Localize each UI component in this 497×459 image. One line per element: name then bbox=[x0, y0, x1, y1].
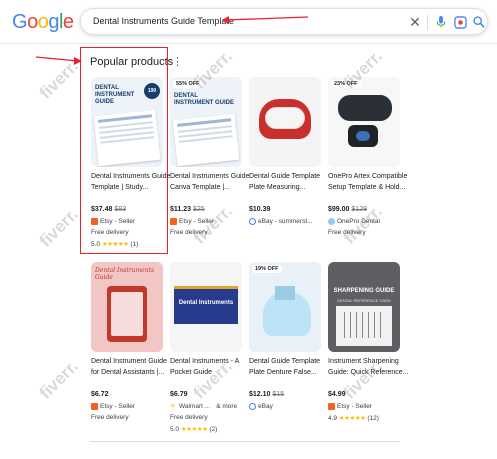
google-logo[interactable]: Google bbox=[12, 11, 74, 34]
product-price: $4.99 bbox=[328, 391, 346, 398]
thumb-subtitle: DENTAL REFERENCE CARD bbox=[337, 298, 391, 303]
thumb-title: Dental Instruments bbox=[178, 300, 234, 306]
watermark-text: fiverr. bbox=[35, 204, 82, 251]
product-image[interactable]: Dental Instruments bbox=[170, 262, 242, 352]
device-detail-illustration bbox=[356, 131, 370, 141]
reference-card-illustration bbox=[336, 306, 392, 346]
product-rating: 5.0 ★★★★★ (1) bbox=[91, 241, 139, 248]
product-seller: Etsy - Seller bbox=[170, 218, 214, 225]
book-cover-illustration bbox=[174, 288, 238, 324]
star-rating-icon: ★★★★★ bbox=[101, 241, 129, 248]
product-seller: Etsy - Seller bbox=[328, 403, 372, 410]
etsy-icon bbox=[328, 403, 335, 410]
product-price: $12.10 $15 bbox=[249, 391, 285, 398]
product-image[interactable]: Dental Instruments Guide bbox=[91, 262, 163, 352]
watermark-text: fiverr. bbox=[35, 356, 82, 403]
product-rating: 5.0 ★★★★★ (2) bbox=[170, 426, 218, 433]
annotation-arrow-search bbox=[222, 16, 309, 24]
discount-badge: 23% OFF bbox=[331, 80, 361, 88]
thumb-count-badge: 190 bbox=[144, 83, 160, 99]
teeth-illustration bbox=[265, 107, 305, 129]
google-lens-icon[interactable] bbox=[452, 14, 468, 30]
product-image[interactable]: SHARPENING GUIDE DENTAL REFERENCE CARD bbox=[328, 262, 400, 352]
thumb-page-illustration bbox=[172, 113, 240, 167]
star-rating-icon: ★★★★★ bbox=[180, 426, 208, 433]
etsy-icon bbox=[91, 403, 98, 410]
product-price: $6.79 bbox=[170, 391, 188, 398]
product-seller: eBay bbox=[249, 403, 273, 410]
product-delivery: Free delivery bbox=[91, 229, 129, 236]
header-divider bbox=[0, 43, 497, 44]
star-rating-icon: ★★★★★ bbox=[338, 415, 366, 422]
search-icon[interactable] bbox=[471, 14, 487, 30]
product-price: $6.72 bbox=[91, 391, 109, 398]
discount-badge: 55% OFF bbox=[173, 80, 203, 88]
product-image[interactable]: 23% OFF bbox=[328, 77, 400, 167]
product-title[interactable]: Dental Instruments - A Pocket Guide bbox=[170, 356, 252, 378]
annotation-arrow-popular bbox=[35, 56, 82, 65]
product-delivery: Free delivery bbox=[328, 229, 366, 236]
onepro-icon bbox=[328, 218, 335, 225]
thumb-page-illustration bbox=[93, 109, 161, 167]
ebay-icon bbox=[249, 218, 256, 225]
product-delivery: Free delivery bbox=[170, 414, 208, 421]
product-title[interactable]: Dental Guide Template Plate Denture Fals… bbox=[249, 356, 331, 378]
search-input[interactable]: Dental Instruments Guide Template bbox=[93, 16, 234, 26]
walmart-icon: ✳ bbox=[170, 403, 176, 410]
product-title[interactable]: OnePro Artex Compatible Setup Template &… bbox=[328, 171, 410, 193]
product-rating: 4.9 ★★★★★ (12) bbox=[328, 415, 379, 422]
product-delivery: Free delivery bbox=[170, 229, 208, 236]
etsy-icon bbox=[170, 218, 177, 225]
thumb-title: SHARPENING GUIDE bbox=[333, 288, 395, 294]
product-seller: ✳ Walmart ... & more bbox=[170, 403, 238, 410]
product-title[interactable]: Dental Instruments Guide Template | Stud… bbox=[91, 171, 173, 193]
product-price: $99.00 $129 bbox=[328, 206, 367, 213]
product-image[interactable] bbox=[249, 77, 321, 167]
search-divider bbox=[427, 15, 428, 30]
etsy-icon bbox=[91, 218, 98, 225]
tablet-screen-illustration bbox=[111, 292, 143, 336]
book-stripe-illustration bbox=[174, 286, 238, 289]
product-price: $10.39 bbox=[249, 206, 271, 213]
product-delivery: Free delivery bbox=[91, 414, 129, 421]
clear-icon[interactable]: ✕ bbox=[407, 14, 423, 30]
product-title[interactable]: Dental Instrument Guide for Dental Assis… bbox=[91, 356, 173, 378]
product-seller: Etsy - Seller bbox=[91, 403, 135, 410]
discount-badge: 19% OFF bbox=[252, 265, 282, 273]
product-title[interactable]: Dental Instruments Guide Canva Template … bbox=[170, 171, 252, 193]
product-image[interactable]: DENTAL INSTRUMENT GUIDE 190 bbox=[91, 77, 163, 167]
product-image[interactable]: 19% OFF bbox=[249, 262, 321, 352]
product-title[interactable]: Dental Guide Template Plate Measuring... bbox=[249, 171, 331, 193]
product-price: $37.48 $83 bbox=[91, 206, 127, 213]
device-illustration bbox=[338, 95, 392, 121]
product-image[interactable]: 55% OFF DENTAL INSTRUMENT GUIDE bbox=[170, 77, 242, 167]
more-options-icon[interactable]: ⋮ bbox=[172, 55, 183, 68]
product-title[interactable]: Instrument Sharpening Guide: Quick Refer… bbox=[328, 356, 410, 378]
thumb-title: DENTAL INSTRUMENT GUIDE bbox=[95, 85, 135, 105]
product-seller: eBay - summerst... bbox=[249, 218, 313, 225]
thumb-title: Dental Instruments Guide bbox=[95, 267, 155, 281]
thumb-title: DENTAL INSTRUMENT GUIDE bbox=[174, 93, 234, 106]
results-divider bbox=[90, 441, 400, 442]
microphone-icon[interactable] bbox=[433, 14, 449, 30]
product-seller: Etsy - Seller bbox=[91, 218, 135, 225]
product-seller: OnePro Dental bbox=[328, 218, 380, 225]
ebay-icon bbox=[249, 403, 256, 410]
plate-bracket-illustration bbox=[275, 286, 295, 300]
product-price: $11.23 $25 bbox=[170, 206, 205, 213]
